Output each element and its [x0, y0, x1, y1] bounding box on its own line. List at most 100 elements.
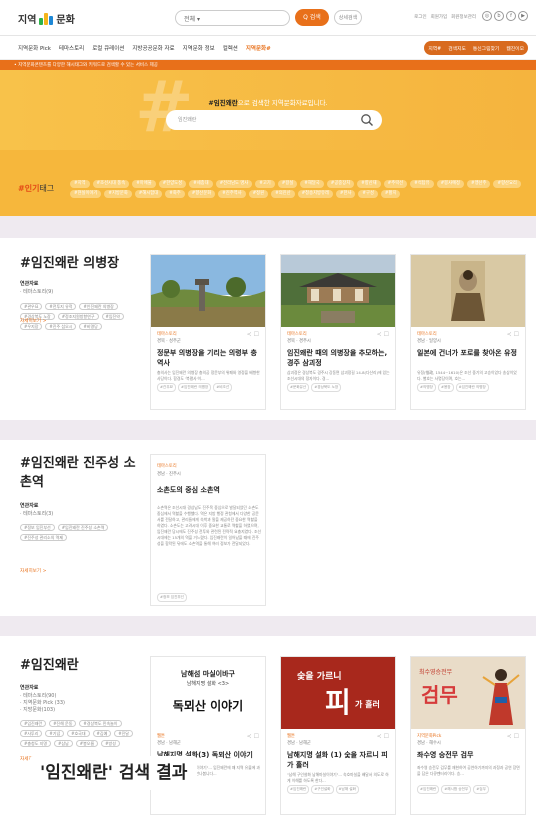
- hashtag[interactable]: #관우묘: [20, 303, 43, 310]
- hashtag[interactable]: #진주 섬오시: [45, 323, 77, 330]
- instagram-icon[interactable]: ◎: [482, 11, 492, 21]
- facebook-icon[interactable]: f: [506, 11, 516, 21]
- card-tag[interactable]: #구인설화: [311, 785, 334, 794]
- card-tag[interactable]: #경상북도 노장: [311, 383, 342, 392]
- site-logo[interactable]: 지역 문화: [18, 11, 75, 26]
- card-tag[interactable]: #의병장: [417, 383, 436, 392]
- hashtag[interactable]: #화주: [165, 190, 185, 198]
- hashtag[interactable]: #전투지 유적: [45, 303, 77, 310]
- hashtag[interactable]: #경상북도 민속놀이: [79, 720, 122, 727]
- quick-menu-picture[interactable]: 통신그림찾기: [473, 45, 499, 52]
- hashtag[interactable]: #인진왜란 의병장: [79, 303, 118, 310]
- login-link[interactable]: 로그인: [414, 14, 426, 20]
- hashtag[interactable]: #김예: [92, 730, 112, 737]
- hashtag[interactable]: #향산재: [357, 180, 381, 188]
- content-card[interactable]: ≺ ☐ 테마스토리 경북 · 경주시 임진왜란 때의 의병장을 추모하는, 경주…: [280, 254, 396, 410]
- hashtag[interactable]: #향산문화: [187, 190, 216, 198]
- hashtag[interactable]: #정조지원방항연구: [57, 313, 99, 320]
- nav-item-theme-story[interactable]: 테마스토리: [59, 44, 84, 52]
- hashtag[interactable]: #지방문화: [104, 190, 132, 198]
- content-card[interactable]: 남해섬 마실이바구 남해지명 설화 <3> 독뫼산 이야기 ≺ ☐ 웹툰 경남 …: [150, 656, 266, 815]
- card-tag[interactable]: #임진왜란 의병장: [177, 383, 212, 392]
- hashtag[interactable]: #조선시대 풍속: [92, 180, 130, 188]
- hashtag[interactable]: #정원: [248, 190, 269, 198]
- nav-item-local-curation[interactable]: 로컬 큐레이션: [92, 44, 124, 52]
- card-tag[interactable]: #임진왜란: [417, 785, 440, 794]
- card-tag[interactable]: #임진왜란 의병장: [455, 383, 489, 392]
- hashtag[interactable]: #세종대: [189, 180, 213, 188]
- hashtag[interactable]: #임진왜란: [20, 720, 47, 727]
- share-icon[interactable]: ≺ ☐: [507, 331, 519, 338]
- hero-search-input[interactable]: 임진왜란: [166, 110, 382, 130]
- hashtag[interactable]: #정보 임진부선: [20, 524, 55, 531]
- hashtag[interactable]: #전라남도 명사: [215, 180, 253, 188]
- hashtag[interactable]: #해시함대: [134, 190, 163, 198]
- quick-menu-webzine[interactable]: 웹진이모: [506, 45, 524, 52]
- card-tag[interactable]: #용장: [437, 383, 454, 392]
- hashtag[interactable]: #해달국: [300, 180, 324, 188]
- hashtag[interactable]: #청송지방유래: [297, 190, 333, 198]
- blog-icon[interactable]: b: [494, 11, 504, 21]
- hashtag[interactable]: #맹산주: [467, 180, 491, 188]
- hashtag[interactable]: #진주성 관리소의 역제: [20, 534, 68, 541]
- detail-search-button[interactable]: 상세검색: [334, 10, 362, 25]
- more-link[interactable]: 자세히보기 >: [20, 568, 46, 574]
- hashtag[interactable]: #방성: [101, 740, 120, 747]
- card-tag[interactable]: #관우묘: [157, 383, 176, 392]
- nav-item-culture-info[interactable]: 지역문화 정보: [183, 44, 215, 52]
- hashtag[interactable]: #임진왜란 진주성 소촌역: [57, 524, 109, 531]
- nav-item-hashtag[interactable]: 지역문화#: [246, 44, 271, 52]
- hashtag[interactable]: #공중장치: [326, 180, 355, 188]
- hashtag[interactable]: #석탑유: [410, 180, 434, 188]
- hashtag[interactable]: #고기: [255, 180, 275, 188]
- hashtag[interactable]: #기념: [45, 730, 65, 737]
- nav-item-pick[interactable]: 지역문화 Pick: [18, 44, 51, 52]
- header-search-select[interactable]: 전체 ▾: [175, 10, 290, 26]
- card-tag[interactable]: #남해 설화: [335, 785, 359, 794]
- hashtag[interactable]: #왕실: [277, 180, 298, 188]
- hashtag[interactable]: #황지: [380, 190, 401, 198]
- hashtag[interactable]: #향산요리: [493, 180, 521, 188]
- card-tag[interactable]: #검무: [473, 785, 489, 794]
- share-icon[interactable]: ≺ ☐: [377, 733, 389, 740]
- hashtag[interactable]: #진주역사: [218, 190, 246, 198]
- content-card[interactable]: ≺ ☐ 테마스토리 경북 · 성주군 정문부 의병장을 기리는 의령부 충역사 …: [150, 254, 266, 410]
- hashtag[interactable]: #마애불: [132, 180, 156, 188]
- hashtag[interactable]: #삼남: [54, 740, 73, 747]
- quick-menu-region-hash[interactable]: 지역#: [428, 45, 441, 52]
- hashtag[interactable]: #호국대: [67, 730, 90, 737]
- search-icon[interactable]: [360, 113, 374, 127]
- hashtag[interactable]: #사투리: [20, 730, 43, 737]
- more-link[interactable]: 자세히보기 >: [20, 318, 46, 324]
- hashtag[interactable]: #봉사예정: [436, 180, 464, 188]
- hashtag[interactable]: #비명당: [79, 323, 102, 330]
- hashtag[interactable]: #의진산: [271, 190, 295, 198]
- hashtag[interactable]: #임진약: [101, 313, 124, 320]
- hashtag[interactable]: #구성: [358, 190, 378, 198]
- content-card[interactable]: 숯을 가르니 피 가 흘러 ≺ ☐ 웹툰 경남 · 남해군 남해지명 설화 (1…: [280, 656, 396, 815]
- hashtag[interactable]: #진해 운동: [49, 720, 77, 727]
- share-icon[interactable]: ≺ ☐: [507, 733, 519, 740]
- card-tag[interactable]: #문화유산: [287, 383, 310, 392]
- hashtag[interactable]: #진달: [114, 730, 133, 737]
- share-icon[interactable]: ≺ ☐: [247, 331, 259, 338]
- hashtag[interactable]: #현실이야기: [70, 190, 102, 198]
- card-tag[interactable]: #정보 임진부선: [157, 593, 187, 602]
- hashtag[interactable]: #충청도 지명: [20, 740, 52, 747]
- signup-link[interactable]: 회원가입: [431, 14, 448, 20]
- hashtag[interactable]: #추락선: [383, 180, 408, 188]
- card-tag[interactable]: #해시함 승전무: [441, 785, 472, 794]
- header-search-button[interactable]: Q 검색: [295, 9, 329, 26]
- card-tag[interactable]: #임진왜란: [287, 785, 310, 794]
- hashtag[interactable]: #한양도성: [158, 180, 187, 188]
- content-card[interactable]: 테마스토리 경남 · 진주시 소촌도의 중심 소촌역 소촌역은 조선시대 경상남…: [150, 454, 266, 606]
- content-card[interactable]: 최수영승전무 검무 ≺ ☐ 지역문화Pick 경남 · 해수시 좌수영 승전무 …: [410, 656, 526, 815]
- quick-menu-map[interactable]: 검색지도: [448, 45, 466, 52]
- share-icon[interactable]: ≺ ☐: [377, 331, 389, 338]
- share-icon[interactable]: ≺ ☐: [247, 733, 259, 740]
- nav-item-collection[interactable]: 컬렉션: [223, 44, 238, 52]
- hashtag[interactable]: #우지장: [20, 323, 43, 330]
- card-tag[interactable]: #비조선: [213, 383, 233, 392]
- hashtag[interactable]: #봉오름: [75, 740, 99, 747]
- youtube-icon[interactable]: ▶: [518, 11, 528, 21]
